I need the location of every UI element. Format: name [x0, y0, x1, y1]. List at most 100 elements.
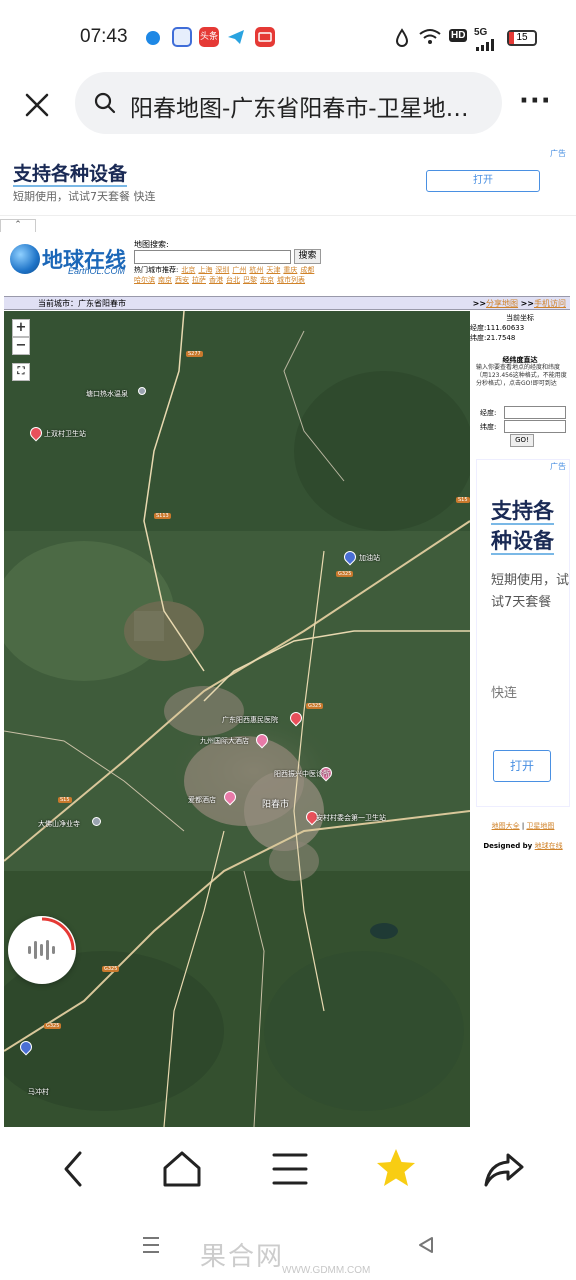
ad-tag: 广告	[550, 149, 566, 158]
video-app-icon	[255, 27, 275, 47]
footer-links: 地图大全 | 卫星地图	[470, 821, 576, 831]
go-button[interactable]: GO!	[510, 434, 534, 447]
collapse-tab[interactable]: ⌃	[0, 219, 36, 233]
system-back-icon[interactable]	[416, 1235, 436, 1259]
city-link[interactable]: 上海	[198, 266, 212, 274]
poi-label[interactable]: 广东阳西惠民医院	[222, 715, 278, 725]
city-link[interactable]: 东京	[260, 276, 274, 284]
ad-open-button[interactable]: 打开	[493, 750, 551, 782]
map-search-button[interactable]: 搜索	[294, 249, 321, 264]
fullscreen-button[interactable]: ⛶	[12, 363, 30, 381]
share-icon[interactable]	[482, 1147, 526, 1191]
search-icon	[93, 91, 117, 119]
city-link[interactable]: 天津	[266, 266, 280, 274]
map-directory-link[interactable]: 地图大全	[492, 822, 520, 830]
poi-label[interactable]: 大佛山净业寺	[38, 819, 80, 829]
city-link[interactable]: 南京	[158, 276, 172, 284]
ad-banner-top[interactable]: 广告 支持各种设备 短期使用，试试7天套餐 快连 打开	[0, 146, 576, 216]
recent-apps-icon[interactable]	[141, 1235, 161, 1259]
road-label: G325	[44, 1023, 62, 1029]
satellite-map-link[interactable]: 卫星地图	[526, 822, 554, 830]
road-label: S15	[456, 497, 470, 503]
designed-by-label: Designed by	[483, 842, 535, 850]
zoom-in-button[interactable]: +	[12, 319, 30, 337]
earth-logo-icon	[10, 244, 40, 274]
status-bar: 07:43 头条 HD 5G 15	[0, 0, 576, 76]
road-label: S15	[58, 797, 72, 803]
ad-banner-side[interactable]: 广告 支持各种设备 短期使用，试试7天套餐 快连 打开	[476, 459, 570, 807]
watermark-url: WWW.GDMM.COM	[282, 1265, 371, 1276]
hot-spring-icon	[138, 387, 146, 395]
ad-subtitle: 短期使用，试试7天套餐 快连	[13, 190, 156, 203]
lng-label: 经度:	[480, 409, 497, 417]
app-notification-icon	[146, 31, 160, 45]
city-link[interactable]: 巴黎	[243, 276, 257, 284]
poi-label[interactable]: 九州国际大酒店	[200, 736, 249, 746]
city-link[interactable]: 拉萨	[192, 276, 206, 284]
hot-cities-list: 热门城市推荐: 北京 上海 深圳 广州 杭州 天津 重庆 成都哈尔滨 南京 西安 拉萨 香港 台北 巴黎 东京…	[134, 265, 324, 285]
lat-label: 纬度:	[480, 423, 497, 431]
mobile-prefix: >>	[520, 299, 534, 308]
city-link[interactable]: 西安	[175, 276, 189, 284]
status-time: 07:43	[80, 26, 128, 47]
map-search-input[interactable]	[134, 250, 291, 264]
coord-title: 当前坐标	[506, 314, 534, 322]
site-logo-domain: EarthOL.COM	[68, 266, 126, 276]
close-icon[interactable]	[22, 90, 52, 120]
bookmark-star-icon[interactable]	[374, 1147, 418, 1191]
site-header: 地球在线 EarthOL.COM 地图搜索: 搜索 热门城市推荐: 北京 上海 深圳广…	[0, 232, 576, 296]
latitude-value: 纬度:21.7548	[470, 334, 516, 342]
road-label: S113	[154, 513, 171, 519]
browser-url-bar: 阳春地图-广东省阳春市-卫星地图… ···	[0, 70, 576, 140]
ad-title: 支持各种设备	[491, 496, 567, 556]
city-link[interactable]: 广州	[232, 266, 246, 274]
lng-input[interactable]	[504, 406, 566, 419]
home-icon[interactable]	[160, 1147, 204, 1191]
page-title: 阳春地图-广东省阳春市-卫星地图…	[130, 96, 490, 122]
road-label: G325	[336, 571, 354, 577]
city-link[interactable]: 城市列表	[277, 276, 305, 284]
city-link[interactable]: 台北	[226, 276, 240, 284]
city-link[interactable]: 哈尔滨	[134, 276, 155, 284]
ad-subtitle: 短期使用，试试7天套餐	[491, 573, 570, 610]
voice-assistant-button[interactable]	[8, 916, 76, 984]
designed-by: Designed by 地球在线	[470, 841, 576, 851]
city-link[interactable]: 杭州	[249, 266, 263, 274]
satellite-map[interactable]: + − ⛶ S277 S113 G325 G325 S15 S15 G325 G…	[4, 311, 470, 1127]
data-saver-icon	[394, 28, 410, 52]
latlng-description: 输入你要查看地点的经度和纬度（用123.456这种格式，不能用度分秒格式），点击…	[476, 364, 567, 387]
temple-icon	[92, 817, 101, 826]
watermark-logo: 果合网	[200, 1241, 285, 1271]
poi-label[interactable]: 马冲村	[28, 1087, 49, 1097]
zoom-out-button[interactable]: −	[12, 337, 30, 355]
poi-label[interactable]: 阳西振兴中医诊所	[274, 769, 330, 779]
lat-input[interactable]	[504, 420, 566, 433]
share-prefix: >>	[472, 299, 487, 308]
chevron-up-icon: ⌃	[14, 220, 22, 230]
menu-icon[interactable]	[268, 1147, 312, 1191]
ad-title-text: 支持各种设备	[491, 499, 554, 555]
back-icon[interactable]	[52, 1147, 96, 1191]
city-link[interactable]: 北京	[181, 266, 195, 274]
road-label: S277	[186, 351, 203, 357]
city-link[interactable]: 香港	[209, 276, 223, 284]
poi-label[interactable]: 爱都酒店	[188, 795, 216, 805]
poi-label[interactable]: 安村村委会第一卫生站	[316, 813, 386, 823]
wifi-icon	[419, 28, 441, 50]
poi-label[interactable]: 上双村卫生站	[44, 429, 86, 439]
city-label[interactable]: 阳春市	[262, 797, 289, 810]
ad-open-button[interactable]: 打开	[426, 170, 540, 192]
search-label: 地图搜索:	[134, 240, 169, 249]
poi-label[interactable]: 加油站	[359, 553, 380, 563]
city-link[interactable]: 重庆	[283, 266, 297, 274]
cell-signal-icon	[476, 36, 498, 55]
city-link[interactable]: 成都	[300, 266, 314, 274]
designer-link[interactable]: 地球在线	[535, 842, 563, 850]
share-map-link[interactable]: 分享地图	[486, 299, 518, 308]
road-label: G325	[102, 966, 120, 972]
address-field[interactable]: 阳春地图-广东省阳春市-卫星地图…	[75, 72, 502, 134]
city-link[interactable]: 深圳	[215, 266, 229, 274]
more-menu-icon[interactable]: ···	[519, 86, 552, 116]
poi-label[interactable]: 塘口热水温泉	[86, 389, 128, 399]
mobile-access-link[interactable]: 手机访问	[534, 299, 566, 308]
